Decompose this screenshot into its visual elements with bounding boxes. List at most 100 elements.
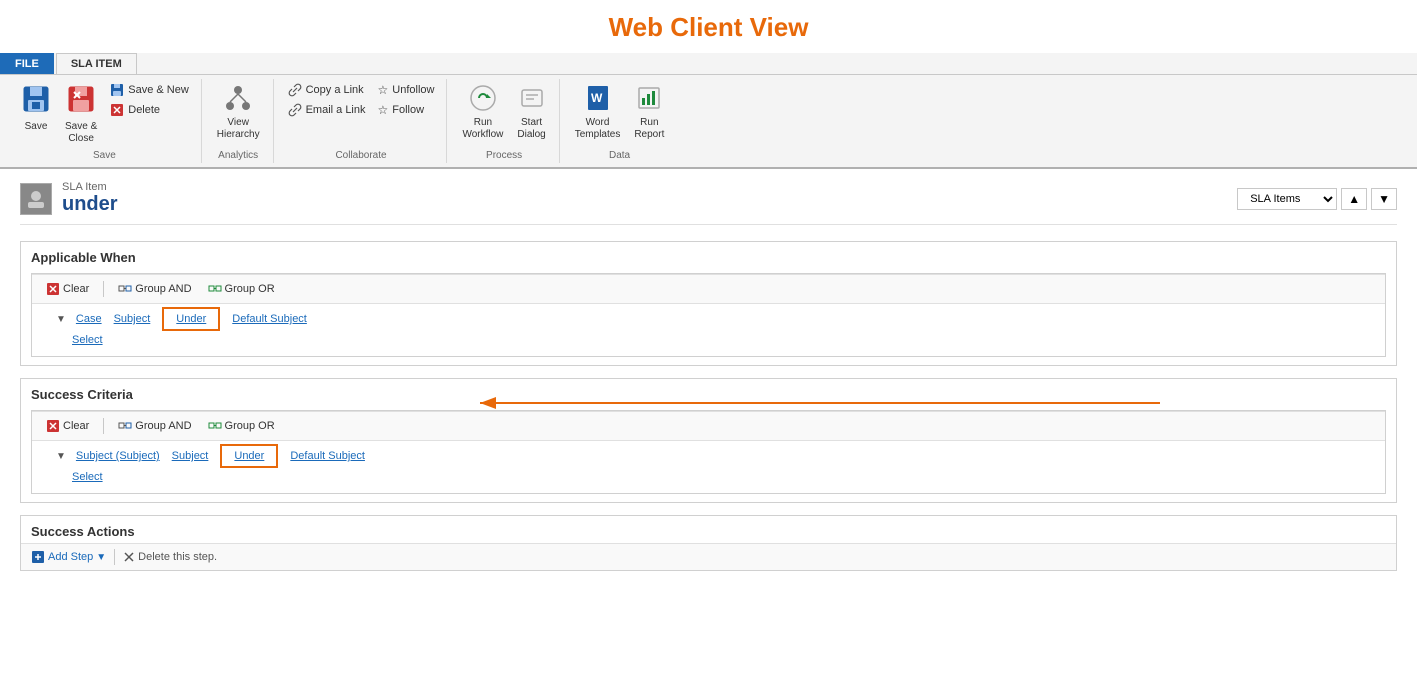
field-link-1[interactable]: Subject — [114, 313, 151, 325]
action-toolbar: Add Step ▼ Delete this step. — [21, 543, 1396, 570]
save-group-label: Save — [93, 150, 116, 161]
delete-step-icon — [123, 551, 135, 563]
separator-1 — [103, 281, 104, 297]
success-clear-btn[interactable]: Clear — [42, 418, 93, 434]
applicable-when-rows: ▼ Case Subject Under Default Su — [32, 304, 1385, 356]
record-name: under — [62, 193, 118, 216]
unfollow-label: Unfollow — [392, 84, 434, 96]
save-button-label: Save — [25, 121, 48, 133]
tab-sla-item[interactable]: SLA ITEM — [56, 53, 137, 74]
delete-label: Delete — [128, 104, 160, 116]
collaborate-buttons: Copy a Link Email a Link ☆ Unfollow — [284, 81, 439, 148]
delete-icon — [110, 103, 124, 117]
value-cell-1: Default Subject — [226, 311, 313, 327]
nav-up-arrow[interactable]: ▲ — [1341, 188, 1367, 210]
entity-link-1[interactable]: Case — [76, 313, 102, 325]
select-link-2[interactable]: Select — [72, 471, 103, 483]
process-group-label: Process — [486, 150, 522, 161]
operator-box-1[interactable]: Under — [162, 307, 220, 331]
row-chevron-1[interactable]: ▼ — [56, 314, 66, 325]
save-group-buttons: Save Save & Close Save & New — [16, 81, 193, 148]
follow-label: Follow — [392, 104, 424, 116]
collaborate-col2: ☆ Unfollow ☆ Follow — [374, 81, 439, 119]
analytics-buttons: View Hierarchy — [212, 81, 265, 148]
entity-link-2[interactable]: Subject (Subject) — [76, 450, 160, 462]
value-link-1[interactable]: Default Subject — [232, 313, 307, 325]
email-link-icon — [288, 103, 302, 117]
copy-link-button[interactable]: Copy a Link — [284, 81, 370, 99]
ribbon-body: Save Save & Close Save & New — [0, 74, 1417, 167]
success-actions-section: Success Actions Add Step ▼ Delete this s… — [20, 515, 1397, 571]
group-or-btn-2[interactable]: Group OR — [204, 418, 279, 434]
applicable-when-section: Applicable When Clear Group AND — [20, 241, 1397, 366]
save-close-icon — [66, 84, 96, 119]
word-templates-button[interactable]: W Word Templates — [570, 81, 626, 144]
copy-link-label: Copy a Link — [306, 84, 364, 96]
view-hierarchy-label: View Hierarchy — [217, 117, 260, 141]
row-chevron-2[interactable]: ▼ — [56, 451, 66, 462]
nav-dropdown[interactable]: SLA Items — [1237, 188, 1337, 210]
field-cell-2: Subject — [166, 448, 215, 464]
applicable-when-toolbar: Clear Group AND Group OR — [32, 274, 1385, 304]
record-header-left: SLA Item under — [20, 181, 118, 216]
save-new-label: Save & New — [128, 84, 189, 96]
ribbon-group-analytics: View Hierarchy Analytics — [204, 79, 274, 163]
unfollow-button[interactable]: ☆ Unfollow — [374, 81, 439, 99]
add-step-button[interactable]: Add Step ▼ — [31, 550, 106, 564]
page-title: Web Client View — [0, 0, 1417, 53]
email-link-button[interactable]: Email a Link — [284, 101, 370, 119]
save-icon — [21, 84, 51, 119]
delete-button[interactable]: Delete — [106, 101, 193, 119]
action-separator — [114, 549, 115, 565]
ribbon-tabs: FILE SLA ITEM — [0, 53, 1417, 74]
delete-step-label: Delete this step. — [138, 551, 217, 563]
tab-file[interactable]: FILE — [0, 53, 54, 74]
group-or-btn-1[interactable]: Group OR — [204, 281, 279, 297]
success-criteria-filter: Clear Group AND Group OR — [31, 410, 1386, 494]
applicable-when-clear-btn[interactable]: Clear — [42, 281, 93, 297]
ribbon-group-collaborate: Copy a Link Email a Link ☆ Unfollow — [276, 79, 448, 163]
group-and-btn-1[interactable]: Group AND — [114, 281, 195, 297]
group-and-label-1: Group AND — [135, 283, 191, 295]
entity-cell-2: Subject (Subject) — [70, 448, 166, 464]
record-info: SLA Item under — [62, 181, 118, 216]
save-close-button[interactable]: Save & Close — [60, 81, 102, 148]
save-new-button[interactable]: Save & New — [106, 81, 193, 99]
add-step-dropdown[interactable]: ▼ — [96, 552, 106, 563]
save-new-icon — [110, 83, 124, 97]
record-header: SLA Item under SLA Items ▲ ▼ — [20, 169, 1397, 225]
run-workflow-button[interactable]: Run Workflow — [457, 81, 508, 144]
hierarchy-icon — [224, 84, 252, 115]
follow-button[interactable]: ☆ Follow — [374, 101, 439, 119]
success-criteria-select-row: Select — [56, 467, 1375, 485]
save-col: Save & New Delete — [106, 81, 193, 119]
operator-box-2[interactable]: Under — [220, 444, 278, 468]
view-hierarchy-button[interactable]: View Hierarchy — [212, 81, 265, 144]
add-step-label: Add Step — [48, 551, 93, 563]
applicable-when-select-row: Select — [56, 330, 1375, 348]
field-link-2[interactable]: Subject — [172, 450, 209, 462]
ribbon-group-data: W Word Templates Run Report Data — [562, 79, 678, 163]
ribbon-group-save: Save Save & Close Save & New — [8, 79, 202, 163]
select-link-1[interactable]: Select — [72, 334, 103, 346]
run-report-button[interactable]: Run Report — [629, 81, 669, 144]
nav-down-arrow[interactable]: ▼ — [1371, 188, 1397, 210]
clear-icon — [46, 282, 60, 296]
nav-controls: SLA Items ▲ ▼ — [1237, 188, 1397, 210]
value-link-2[interactable]: Default Subject — [290, 450, 365, 462]
success-criteria-section: Success Criteria Clear Group AND — [20, 378, 1397, 503]
follow-icon: ☆ — [378, 103, 389, 117]
group-and-btn-2[interactable]: Group AND — [114, 418, 195, 434]
group-or-icon-2 — [208, 419, 222, 433]
delete-step-button[interactable]: Delete this step. — [123, 551, 217, 563]
start-dialog-button[interactable]: Start Dialog — [512, 81, 550, 144]
analytics-group-label: Analytics — [218, 150, 258, 161]
unfollow-icon: ☆ — [378, 83, 389, 97]
applicable-when-row: Case — [70, 311, 108, 327]
email-link-label: Email a Link — [306, 104, 366, 116]
record-type: SLA Item — [62, 181, 118, 193]
group-or-label-1: Group OR — [225, 283, 275, 295]
operator-cell-1: Under — [156, 311, 226, 327]
applicable-when-title: Applicable When — [21, 242, 1396, 269]
save-button[interactable]: Save — [16, 81, 56, 136]
